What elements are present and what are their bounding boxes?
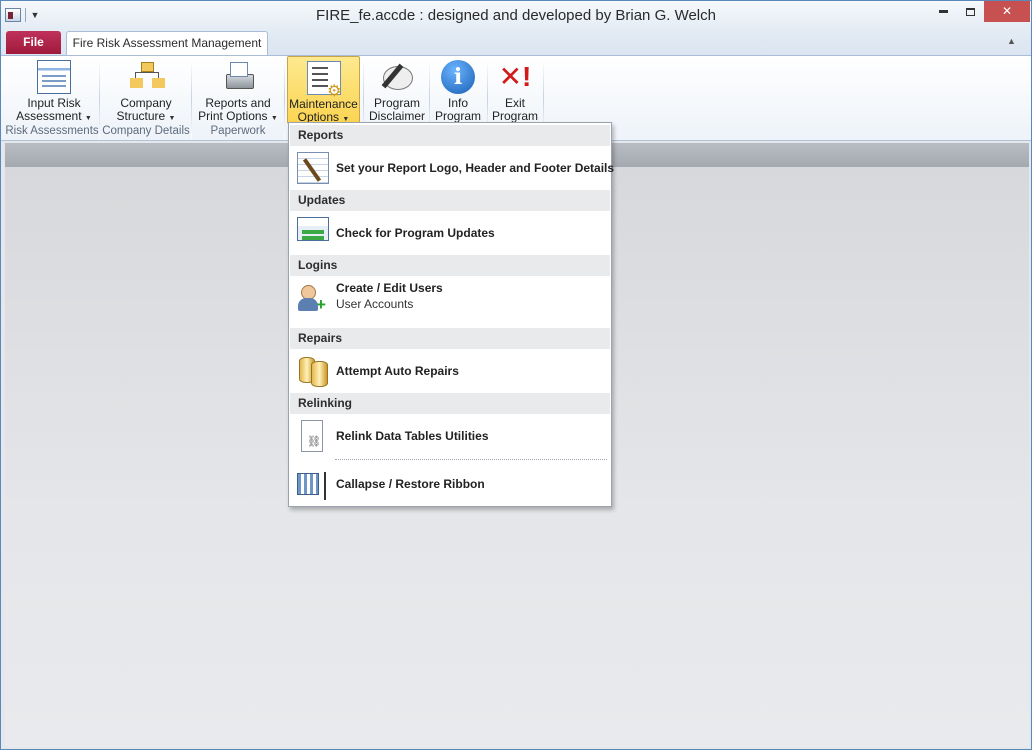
menu-item-collapse-restore-ribbon[interactable]: Callapse / Restore Ribbon [290, 463, 610, 505]
dropdown-arrow-icon: ▼ [84, 115, 92, 122]
group-label-paperwork: Paperwork [210, 125, 266, 137]
add-user-icon: + [297, 283, 329, 315]
ribbon-group-separator [99, 59, 100, 139]
info-icon: i [441, 60, 475, 94]
info-program-button[interactable]: i Info Program [431, 56, 485, 124]
tab-file[interactable]: File [6, 31, 61, 54]
menu-item-auto-repairs[interactable]: Attempt Auto Repairs [290, 350, 610, 392]
plus-icon: + [316, 295, 326, 314]
linked-file-icon [301, 420, 323, 452]
org-chart-icon [129, 60, 163, 94]
ribbon-group-separator [191, 59, 192, 139]
form-icon [37, 60, 71, 94]
application-window: ▼ FIRE_fe.accde : designed and developed… [0, 0, 1032, 750]
update-window-icon [297, 217, 329, 241]
button-label-line2: Print Options ▼ [198, 109, 278, 123]
minimize-icon [939, 10, 948, 14]
close-button[interactable]: ✕ [984, 1, 1030, 22]
menu-section-logins: Logins [290, 255, 610, 276]
menu-separator [335, 459, 607, 460]
collapse-ribbon-icon [297, 472, 326, 500]
printer-icon [221, 60, 255, 94]
close-icon: ✕ [1001, 4, 1013, 18]
menu-item-report-logo[interactable]: Set your Report Logo, Header and Footer … [290, 147, 614, 189]
minimize-button[interactable] [930, 1, 957, 22]
menu-item-sublabel: User Accounts [336, 297, 414, 311]
menu-item-label: Set your Report Logo, Header and Footer … [336, 161, 615, 175]
maintenance-options-button[interactable]: Maintenance Options ▼ [287, 56, 360, 124]
menu-item-label: Create / Edit Users [336, 281, 443, 295]
menu-item-relink-tables[interactable]: Relink Data Tables Utilities [290, 415, 610, 457]
maximize-button[interactable] [957, 1, 984, 22]
database-icon [297, 353, 329, 387]
title-bar: ▼ FIRE_fe.accde : designed and developed… [1, 1, 1031, 31]
menu-section-repairs: Repairs [290, 328, 610, 349]
pen-signature-icon [380, 60, 414, 94]
group-label-company-details: Company Details [102, 125, 190, 137]
input-risk-assessment-button[interactable]: Input Risk Assessment ▼ [11, 56, 97, 124]
reports-and-print-options-button[interactable]: Reports and Print Options ▼ [195, 56, 281, 124]
program-disclaimer-button[interactable]: Program Disclaimer [367, 56, 427, 124]
exit-program-button[interactable]: ✕! Exit Program [489, 56, 541, 124]
window-title: FIRE_fe.accde : designed and developed b… [316, 7, 716, 24]
menu-section-relinking: Relinking [290, 393, 610, 414]
menu-item-check-updates[interactable]: Check for Program Updates [290, 212, 610, 254]
menu-item-label: Callapse / Restore Ribbon [336, 477, 485, 491]
button-label-line2: Assessment ▼ [16, 109, 92, 123]
ribbon-tab-row: File Fire Risk Assessment Management ▲ [1, 31, 1031, 56]
menu-item-label: Check for Program Updates [336, 226, 495, 240]
menu-item-label: Attempt Auto Repairs [336, 364, 459, 378]
dropdown-arrow-icon: ▼ [168, 115, 176, 122]
minimize-ribbon-chevron-icon[interactable]: ▲ [1007, 36, 1021, 46]
maintenance-options-menu: Reports Set your Report Logo, Header and… [288, 122, 614, 507]
ribbon-group-separator [284, 59, 285, 139]
company-structure-button[interactable]: Company Structure ▼ [103, 56, 189, 124]
menu-section-reports: Reports [290, 125, 610, 146]
menu-section-updates: Updates [290, 190, 610, 211]
menu-item-label: Relink Data Tables Utilities [336, 429, 489, 443]
tab-fire-risk-assessment-management[interactable]: Fire Risk Assessment Management [66, 31, 268, 56]
exit-x-icon: ✕! [498, 61, 532, 92]
menu-item-create-edit-users[interactable]: + Create / Edit Users User Accounts [290, 277, 610, 327]
checklist-gear-icon [306, 61, 342, 98]
group-label-risk-assessments: Risk Assessments [5, 125, 99, 137]
maximize-icon [966, 7, 975, 16]
dropdown-arrow-icon: ▼ [270, 115, 278, 122]
resize-arrow-icon [324, 472, 326, 500]
button-label-line2: Structure ▼ [116, 109, 176, 123]
report-settings-icon [297, 152, 329, 184]
